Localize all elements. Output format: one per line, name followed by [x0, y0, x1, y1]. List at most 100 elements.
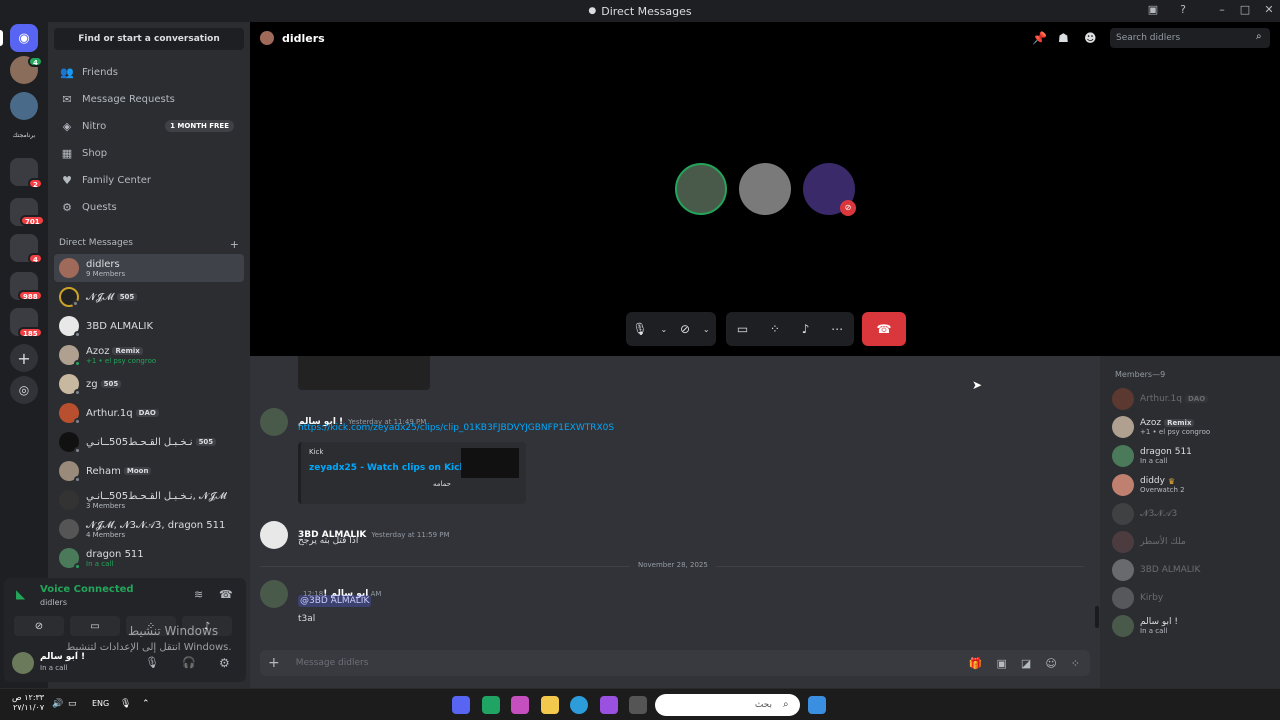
dm-item[interactable]: Arthur.1q DAO: [54, 399, 244, 427]
dm-item[interactable]: 3BD ALMALIK: [54, 312, 244, 340]
nav-friends[interactable]: 👥 Friends: [54, 60, 244, 84]
participant-avatar[interactable]: [675, 163, 727, 215]
nav-shop[interactable]: ▦ Shop: [54, 141, 244, 165]
dm-item[interactable]: zg 505: [54, 370, 244, 398]
find-conversation-button[interactable]: Find or start a conversation: [54, 28, 244, 50]
app-taskbar-icon[interactable]: [511, 696, 529, 714]
dm-item[interactable]: didlers 9 Members: [54, 254, 244, 282]
message-input[interactable]: Message didlers: [296, 658, 369, 668]
network-icon[interactable]: ▭: [68, 699, 77, 709]
family-icon: ♥: [62, 173, 72, 187]
member-item[interactable]: ملك الأسطر: [1112, 531, 1186, 553]
dm-item[interactable]: dragon 511 In a call: [54, 544, 244, 572]
emoji-icon[interactable]: ☺: [1045, 657, 1056, 670]
taskbar-search[interactable]: بحث: [655, 694, 800, 716]
dm-item[interactable]: Azoz Remix +1 • el psy congroo: [54, 341, 244, 369]
mic-controls[interactable]: 🎙 ⌄ ⊘ ⌄: [626, 312, 716, 346]
dm-item[interactable]: 𝓝𝓙𝓜, 𝓝3𝓝𝒜3, dragon 511 4 Members: [54, 515, 244, 543]
member-item[interactable]: 𝓝3𝓝𝒜3: [1112, 503, 1177, 525]
volume-icon[interactable]: 🔊: [52, 699, 63, 709]
dm-item[interactable]: نـخـبـل القـحـط505ــانـي 505: [54, 428, 244, 456]
chevron-up-icon[interactable]: ⌃: [142, 699, 150, 709]
add-server-button[interactable]: +: [10, 344, 38, 372]
folder-taskbar-icon[interactable]: [541, 696, 559, 714]
mention[interactable]: @3BD ALMALIK: [298, 595, 372, 607]
attachment-image[interactable]: [298, 356, 430, 390]
member-item[interactable]: dragon 511 In a call: [1112, 445, 1192, 467]
inbox-icon[interactable]: ▣: [1145, 3, 1161, 16]
language-indicator[interactable]: ENG: [92, 699, 109, 708]
dm-sub: 9 Members: [86, 269, 126, 278]
member-item[interactable]: Kirby: [1112, 587, 1163, 609]
gif-icon[interactable]: ▣: [997, 657, 1007, 670]
message-avatar[interactable]: [260, 580, 288, 608]
member-item[interactable]: diddy ♛ Overwatch 2: [1112, 474, 1185, 496]
members-icon[interactable]: ☻: [1084, 31, 1097, 45]
voice-channel-name[interactable]: didlers: [40, 598, 67, 607]
mic-tray-icon[interactable]: 🎙: [120, 699, 131, 709]
voice-connected-label: Voice Connected: [40, 584, 134, 595]
member-item[interactable]: ابو سالم ! In a call: [1112, 615, 1178, 637]
server-icon[interactable]: [10, 92, 38, 120]
scrollbar[interactable]: [1095, 606, 1099, 628]
task-view-icon[interactable]: [629, 696, 647, 714]
message-avatar[interactable]: [260, 408, 288, 436]
search-input[interactable]: Search didlers: [1110, 28, 1270, 48]
apps-icon[interactable]: ⁘: [1071, 657, 1080, 670]
guild-tag: Remix: [1164, 419, 1195, 427]
leave-call-button[interactable]: ☎: [862, 312, 906, 346]
nav-nitro[interactable]: ◈ Nitro 1 MONTH FREE: [54, 114, 244, 138]
settings-icon[interactable]: ⚙: [219, 656, 230, 670]
member-item[interactable]: Arthur.1q DAO: [1112, 388, 1209, 410]
nav-quests[interactable]: ⚙ Quests: [54, 195, 244, 219]
server-label: برنامجتك: [12, 132, 36, 139]
dm-item[interactable]: Reham Moon: [54, 457, 244, 485]
app-taskbar-icon[interactable]: [482, 696, 500, 714]
message-avatar[interactable]: [260, 521, 288, 549]
avatar: [59, 461, 81, 483]
help-icon[interactable]: ?: [1175, 3, 1191, 16]
participant-avatar[interactable]: [739, 163, 791, 215]
gift-icon[interactable]: 🎁: [969, 657, 983, 670]
discover-button[interactable]: ◎: [10, 376, 38, 404]
start-button[interactable]: [808, 696, 826, 714]
status-dot: [74, 360, 81, 367]
sticker-icon[interactable]: ◪: [1021, 657, 1031, 670]
noise-suppression-icon[interactable]: ≋: [194, 588, 203, 601]
pin-icon[interactable]: 📌: [1032, 31, 1047, 45]
member-list: Members—9 Arthur.1q DAO Azoz Remix +1 • el …: [972, 356, 1280, 688]
nav-message-requests[interactable]: ✉ Message Requests: [54, 87, 244, 111]
guild-tag: Remix: [112, 347, 143, 355]
member-item[interactable]: 3BD ALMALIK: [1112, 559, 1200, 581]
avatar: [59, 403, 81, 425]
member-item[interactable]: Azoz Remix +1 • el psy congroo: [1112, 416, 1210, 438]
clock[interactable]: ١٢:٣٣ ص ٢٧/١١/٠٧: [12, 693, 44, 713]
maximize-button[interactable]: □: [1237, 3, 1253, 16]
home-button[interactable]: ◉: [10, 24, 38, 52]
screen-share-button[interactable]: ▭: [70, 616, 120, 636]
minimize-button[interactable]: –: [1214, 3, 1230, 16]
user-avatar[interactable]: [12, 652, 34, 674]
nitro-offer-badge: 1 MONTH FREE: [165, 120, 234, 132]
discord-taskbar-icon[interactable]: [452, 696, 470, 714]
embed-thumbnail[interactable]: [461, 448, 519, 478]
embed-title[interactable]: zeyadx25 - Watch clips on Kick: [309, 463, 465, 473]
dm-item[interactable]: نـخـبـل القـحـط505ــانـي, 𝓝𝓙𝓜 3 Members: [54, 486, 244, 514]
headphones-icon[interactable]: 🎧: [182, 656, 196, 669]
copilot-taskbar-icon[interactable]: [600, 696, 618, 714]
close-button[interactable]: ✕: [1261, 3, 1277, 16]
camera-button[interactable]: ⊘: [14, 616, 64, 636]
edge-taskbar-icon[interactable]: [570, 696, 588, 714]
dm-item[interactable]: 𝓝𝓙𝓜 505: [54, 283, 244, 311]
disconnect-icon[interactable]: ☎: [219, 588, 233, 601]
attach-icon[interactable]: +: [268, 655, 280, 671]
discord-logo-icon: ◉: [18, 30, 30, 46]
message-link[interactable]: https://kick.com/zeyadx25/clips/clip_01K…: [298, 423, 614, 433]
nav-family-center[interactable]: ♥ Family Center: [54, 168, 244, 192]
call-actions[interactable]: ▭ ⁘ ♪ ⋯: [726, 312, 854, 346]
create-dm-icon[interactable]: +: [230, 238, 239, 251]
dm-name: Reham Moon: [86, 466, 152, 477]
embed-description: حمامه: [433, 480, 452, 488]
add-friends-icon[interactable]: ☗: [1058, 31, 1069, 45]
mic-icon[interactable]: 🎙: [145, 656, 159, 669]
